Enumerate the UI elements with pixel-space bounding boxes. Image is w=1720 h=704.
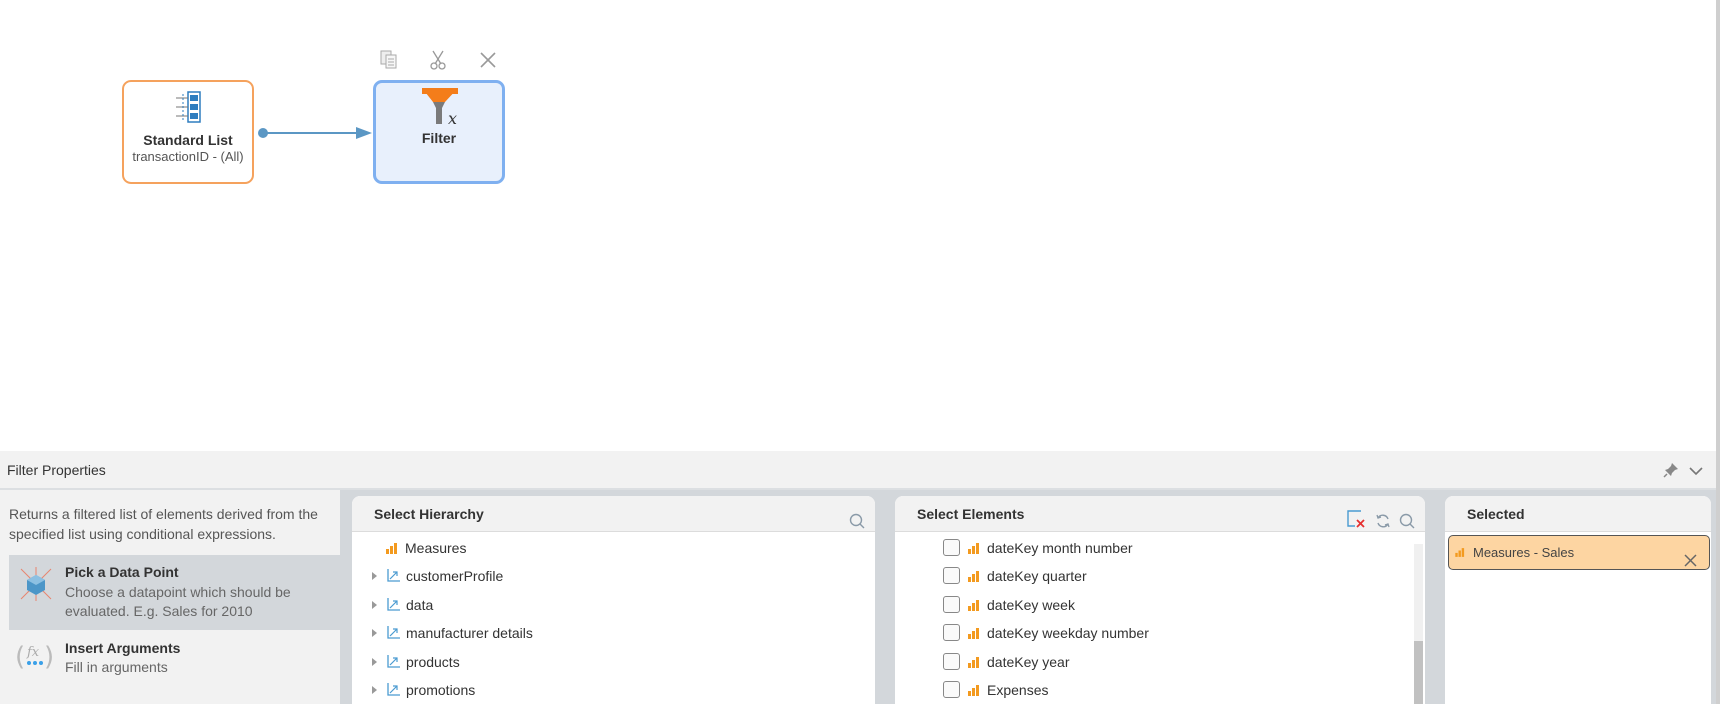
element-item[interactable]: dateKey weekday number (943, 621, 1149, 645)
properties-title: Filter Properties (7, 462, 106, 478)
element-item[interactable]: dateKey week (943, 593, 1075, 617)
element-checkbox[interactable] (943, 567, 960, 584)
hierarchy-icon (387, 655, 400, 668)
panel-title: Select Elements (917, 506, 1025, 522)
svg-text:fx: fx (26, 645, 40, 660)
element-checkbox[interactable] (943, 624, 960, 641)
element-item[interactable]: dateKey year (943, 650, 1070, 674)
measure-icon (968, 628, 981, 639)
panel-title: Select Hierarchy (374, 506, 484, 522)
element-checkbox[interactable] (943, 653, 960, 670)
measure-icon (968, 685, 981, 696)
svg-text:x: x (448, 109, 457, 128)
hierarchy-item[interactable]: manufacturer details (372, 621, 533, 645)
measure-icon (968, 657, 981, 668)
scrollbar-thumb[interactable] (1414, 641, 1423, 704)
element-checkbox[interactable] (943, 596, 960, 613)
hierarchy-item[interactable]: promotions (372, 678, 475, 702)
panel-title: Selected (1467, 506, 1525, 522)
refresh-icon[interactable] (1375, 506, 1391, 542)
hierarchy-item[interactable]: products (372, 650, 460, 674)
element-checkbox[interactable] (943, 539, 960, 556)
node-title: Standard List (143, 132, 233, 148)
scrollbar-track[interactable] (1414, 544, 1423, 704)
hierarchy-item-measures[interactable]: Measures (386, 536, 466, 560)
svg-text:): ) (44, 642, 54, 672)
insert-arguments-action[interactable]: () fx Insert Arguments Fill in arguments (9, 632, 340, 692)
expand-icon[interactable] (372, 601, 377, 609)
element-item[interactable]: dateKey quarter (943, 564, 1087, 588)
window-edge (1716, 0, 1720, 704)
svg-text:(: ( (15, 642, 25, 672)
search-icon[interactable] (1399, 506, 1415, 542)
copy-icon[interactable] (378, 50, 400, 72)
expand-icon[interactable] (372, 572, 377, 580)
clear-selection-icon[interactable] (1347, 505, 1365, 541)
hierarchy-icon (387, 569, 400, 582)
canvas[interactable]: Standard List transactionID - (All) x Fi… (0, 0, 1716, 451)
measure-icon (968, 600, 981, 611)
action-title: Pick a Data Point (65, 564, 179, 580)
measure-icon (968, 543, 981, 554)
hierarchy-icon (387, 598, 400, 611)
hierarchy-item[interactable]: data (372, 593, 433, 617)
element-item[interactable]: Expenses (943, 678, 1048, 702)
search-icon[interactable] (849, 506, 865, 542)
hierarchy-icon (387, 683, 400, 696)
function-arguments-icon: () fx (15, 641, 55, 678)
pick-data-point-action[interactable]: Pick a Data Point Choose a datapoint whi… (9, 555, 340, 630)
function-description: Returns a filtered list of elements deri… (9, 506, 318, 542)
node-subtitle: transactionID - (All) (132, 149, 244, 164)
list-icon (174, 90, 204, 129)
properties-header: Filter Properties (0, 451, 1716, 490)
action-description: Choose a datapoint which should be evalu… (65, 584, 291, 619)
expand-icon[interactable] (372, 686, 377, 694)
select-hierarchy-panel: Select Hierarchy Measures customerProfil… (352, 496, 875, 704)
expand-icon[interactable] (372, 658, 377, 666)
element-item[interactable]: dateKey month number (943, 536, 1133, 560)
filter-node[interactable]: x Filter (373, 80, 505, 184)
scissors-icon[interactable] (427, 50, 449, 72)
expand-icon[interactable] (372, 629, 377, 637)
node-title: Filter (421, 130, 457, 146)
connector-arrow (258, 127, 372, 139)
close-icon[interactable] (477, 50, 499, 72)
hierarchy-item[interactable]: customerProfile (372, 564, 503, 588)
action-description: Fill in arguments (65, 659, 168, 675)
selected-panel: Selected Measures - Sales (1445, 496, 1711, 704)
element-checkbox[interactable] (943, 681, 960, 698)
data-point-icon (19, 567, 53, 606)
action-title: Insert Arguments (65, 640, 181, 656)
function-panel: Returns a filtered list of elements deri… (0, 490, 340, 704)
measure-icon (1455, 548, 1465, 557)
measure-icon (968, 571, 981, 582)
hierarchy-icon (387, 626, 400, 639)
standard-list-node[interactable]: Standard List transactionID - (All) (122, 80, 254, 184)
remove-icon[interactable] (1684, 546, 1697, 579)
measure-icon (386, 543, 399, 554)
select-elements-panel: Select Elements dateKey month number dat… (895, 496, 1425, 704)
filter-icon: x (420, 86, 462, 133)
pin-icon[interactable] (1663, 462, 1679, 483)
chevron-down-icon[interactable] (1688, 464, 1704, 482)
selected-chip[interactable]: Measures - Sales (1448, 535, 1710, 570)
